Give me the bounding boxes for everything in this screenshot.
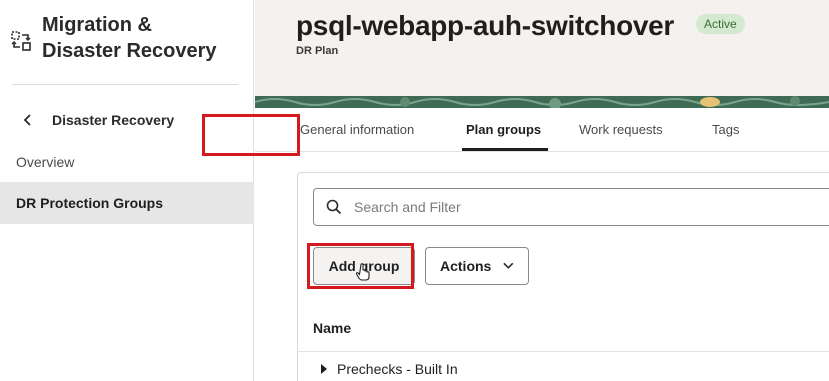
table-column-header-name: Name	[313, 320, 352, 336]
tab-bar: General information Plan groups Work req…	[255, 108, 829, 152]
hand-pointer-cursor-icon	[356, 263, 370, 281]
tab-plan-groups[interactable]: Plan groups	[466, 108, 541, 152]
chevron-down-icon	[503, 262, 514, 269]
sidebar: Migration & Disaster Recovery Disaster R…	[0, 0, 254, 381]
search-icon	[326, 199, 342, 215]
search-bar[interactable]	[313, 188, 829, 226]
highlight-box-plan-groups-tab	[202, 114, 300, 156]
sidebar-item-dr-protection-groups[interactable]: DR Protection Groups	[0, 182, 254, 224]
status-badge: Active	[696, 14, 745, 34]
active-tab-indicator	[462, 148, 548, 151]
caret-right-icon[interactable]	[320, 364, 328, 374]
decorative-banner	[255, 96, 829, 108]
search-input[interactable]	[354, 199, 794, 215]
table-header-divider	[298, 351, 829, 352]
page-title: psql-webapp-auh-switchover	[296, 10, 675, 41]
actions-dropdown-button[interactable]: Actions	[425, 247, 529, 285]
page-subtitle: DR Plan	[296, 45, 339, 57]
chevron-left-icon	[23, 114, 31, 126]
tab-tags[interactable]: Tags	[712, 108, 739, 152]
actions-label: Actions	[440, 258, 492, 274]
tab-general-information[interactable]: General information	[300, 108, 414, 152]
app-title: Migration & Disaster Recovery	[42, 14, 217, 62]
row-name: Prechecks - Built In	[337, 361, 458, 377]
sidebar-divider	[12, 84, 238, 85]
tab-work-requests[interactable]: Work requests	[579, 108, 663, 152]
back-to-disaster-recovery-link[interactable]: Disaster Recovery	[22, 112, 174, 128]
migration-app-icon	[11, 31, 31, 51]
main-content: psql-webapp-auh-switchover Active DR Pla…	[255, 0, 829, 381]
page-header: psql-webapp-auh-switchover Active DR Pla…	[255, 0, 829, 100]
app-root: Migration & Disaster Recovery Disaster R…	[0, 0, 829, 381]
sidebar-brand: Migration & Disaster Recovery	[10, 12, 232, 64]
back-link-label: Disaster Recovery	[52, 112, 175, 128]
table-row[interactable]: Prechecks - Built In	[320, 361, 458, 377]
